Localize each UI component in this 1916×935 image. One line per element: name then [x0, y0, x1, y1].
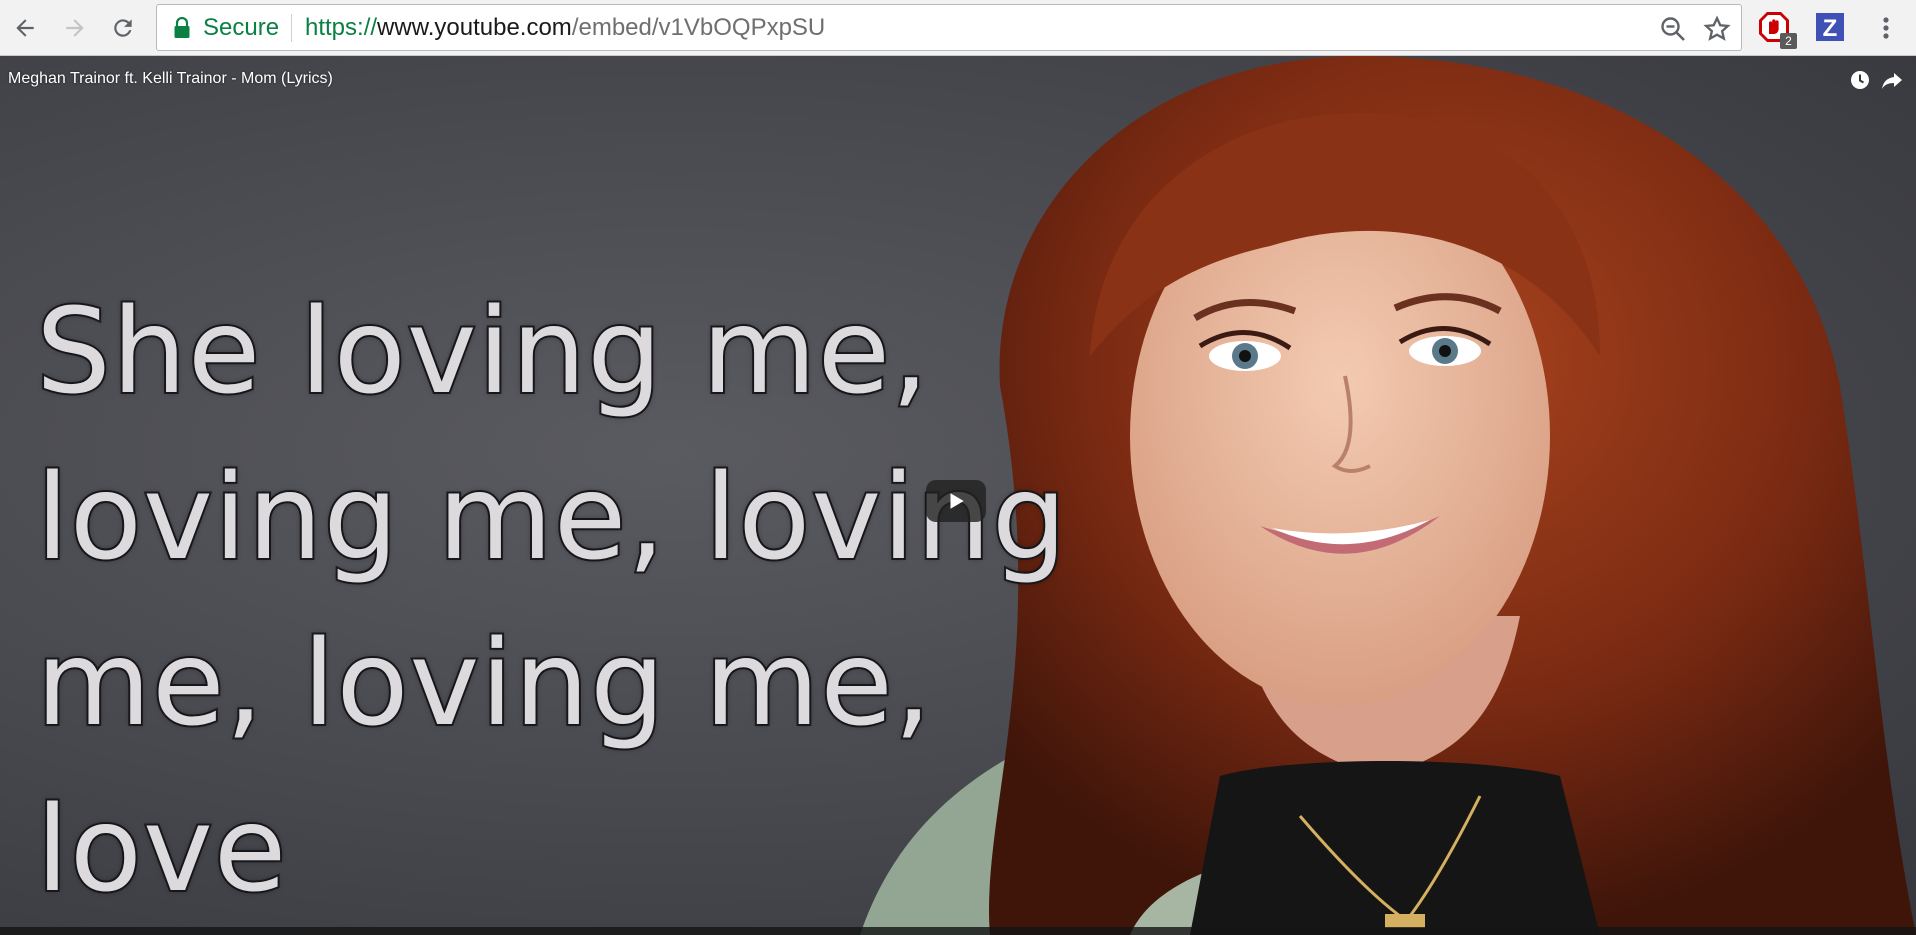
lyrics-text: She loving me, loving me, loving me, lov…	[34, 280, 1069, 920]
zotero-extension-icon[interactable]: Z	[1813, 10, 1847, 44]
secure-label: Secure	[203, 14, 280, 41]
back-button[interactable]	[6, 9, 44, 47]
url-scheme: https://	[305, 14, 378, 41]
browser-toolbar: Secure https://www.youtube.com/embed/v1V…	[0, 0, 1916, 56]
forward-button[interactable]	[56, 9, 94, 47]
address-bar[interactable]: Secure https://www.youtube.com/embed/v1V…	[156, 4, 1742, 51]
forward-arrow-icon	[66, 19, 84, 37]
url-path: /embed/v1VbOQPxpSU	[571, 14, 826, 41]
reload-button[interactable]	[104, 9, 142, 47]
share-icon[interactable]	[1880, 68, 1904, 92]
video-player[interactable]: Meghan Trainor ft. Kelli Trainor - Mom (…	[0, 56, 1916, 935]
lock-icon	[174, 17, 190, 38]
zotero-letter: Z	[1823, 15, 1838, 42]
extension-badge: 2	[1780, 33, 1797, 49]
play-icon	[950, 493, 964, 509]
back-arrow-icon	[16, 19, 34, 37]
watch-later-icon[interactable]	[1848, 68, 1872, 92]
play-button[interactable]	[926, 480, 986, 522]
video-title[interactable]: Meghan Trainor ft. Kelli Trainor - Mom (…	[8, 70, 333, 88]
zoom-out-icon[interactable]	[1659, 15, 1687, 43]
url-text[interactable]: https://www.youtube.com/embed/v1VbOQPxpS…	[305, 15, 825, 41]
browser-menu-icon[interactable]	[1872, 14, 1900, 42]
url-host: www.youtube.com	[377, 14, 572, 41]
bookmark-star-icon[interactable]	[1703, 15, 1731, 43]
reload-icon	[114, 19, 132, 37]
omnibox-divider	[291, 14, 292, 42]
progress-bar[interactable]	[0, 927, 1916, 935]
